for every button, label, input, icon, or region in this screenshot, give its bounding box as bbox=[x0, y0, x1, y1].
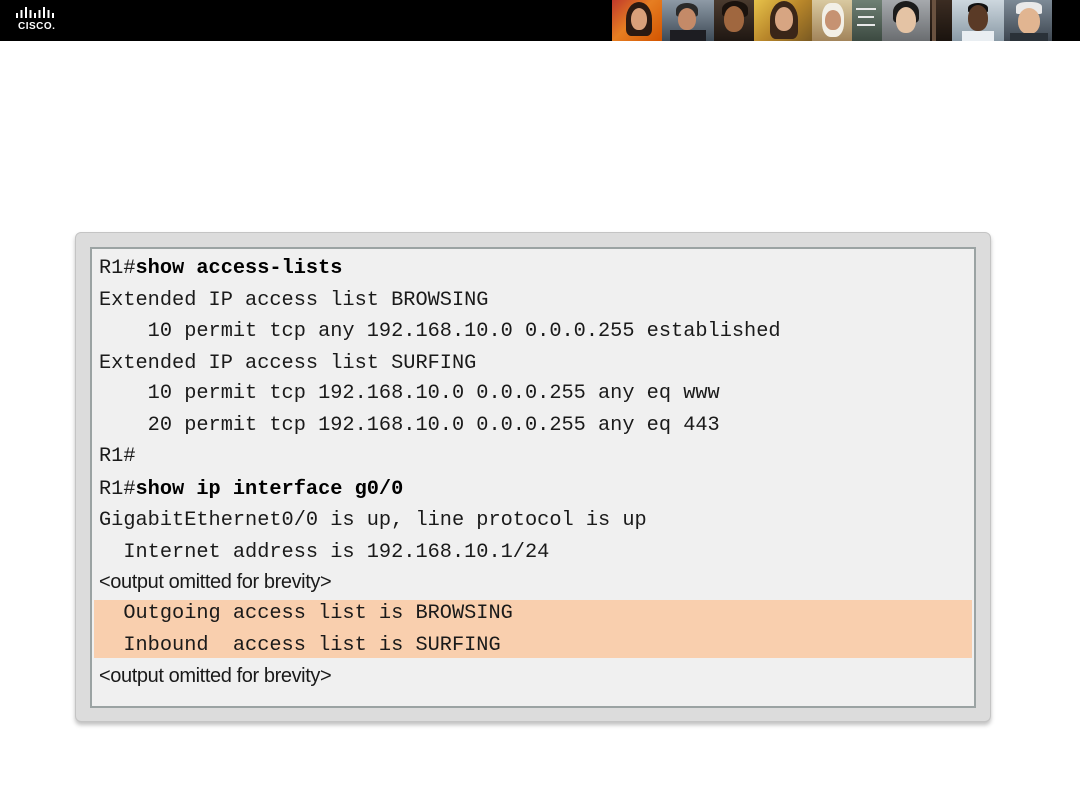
terminal-line: 10 permit tcp any 192.168.10.0 0.0.0.255… bbox=[99, 320, 781, 343]
command-text: show ip interface g0/0 bbox=[135, 478, 404, 501]
terminal-line: Internet address is 192.168.10.1/24 bbox=[99, 541, 550, 564]
terminal-line-command-show-access-lists: R1#show access-lists bbox=[99, 257, 343, 280]
terminal-line-command-show-ip-interface: R1#show ip interface g0/0 bbox=[99, 478, 404, 501]
terminal-line-prompt: R1# bbox=[99, 445, 136, 468]
photo-tile-6 bbox=[852, 0, 882, 41]
terminal-line: 20 permit tcp 192.168.10.0 0.0.0.255 any… bbox=[99, 414, 720, 437]
photo-tile-2 bbox=[662, 0, 714, 41]
photo-tile-4 bbox=[754, 0, 812, 41]
terminal-line: 10 permit tcp 192.168.10.0 0.0.0.255 any… bbox=[99, 382, 720, 405]
terminal-line: GigabitEthernet0/0 is up, line protocol … bbox=[99, 509, 647, 532]
photo-tile-1 bbox=[612, 0, 662, 41]
photo-tile-3 bbox=[714, 0, 754, 41]
cisco-logo: CISCO. bbox=[16, 6, 66, 36]
cisco-bars-icon bbox=[16, 7, 54, 18]
terminal-line: Extended IP access list BROWSING bbox=[99, 289, 489, 312]
photo-tile-10 bbox=[1004, 0, 1052, 41]
photo-tile-8 bbox=[930, 0, 952, 41]
terminal-output-area: R1#show access-lists Extended IP access … bbox=[90, 247, 976, 708]
photo-tile-9 bbox=[952, 0, 1004, 41]
output-omitted-note: <output omitted for brevity> bbox=[99, 665, 332, 687]
header-bar: CISCO. bbox=[0, 0, 1080, 41]
photo-tile-5 bbox=[812, 0, 852, 41]
command-text: show access-lists bbox=[135, 257, 343, 280]
terminal-line-inbound-acl: Inbound access list is SURFING bbox=[99, 634, 501, 657]
terminal-line-outgoing-acl: Outgoing access list is BROWSING bbox=[99, 602, 513, 625]
photo-tile-7 bbox=[882, 0, 930, 41]
cisco-logo-text: CISCO. bbox=[18, 21, 56, 32]
terminal-output-panel: R1#show access-lists Extended IP access … bbox=[75, 232, 991, 722]
terminal-line: Extended IP access list SURFING bbox=[99, 352, 477, 375]
people-photo-strip bbox=[612, 0, 1080, 41]
output-omitted-note: <output omitted for brevity> bbox=[99, 571, 332, 593]
